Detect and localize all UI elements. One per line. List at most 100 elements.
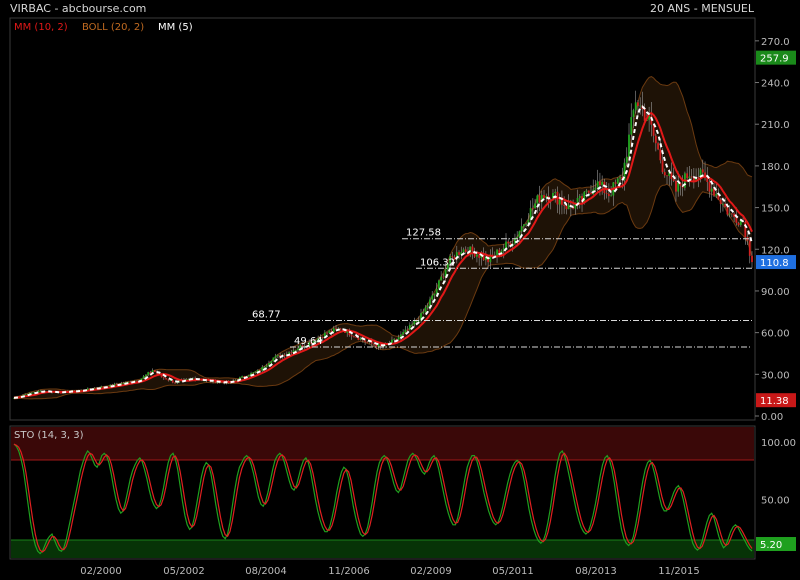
y-tick-label: 240.0 — [761, 79, 790, 90]
y-tick-label: 0.00 — [761, 412, 783, 423]
candle-body — [639, 105, 642, 107]
candle-body — [149, 372, 152, 374]
candle-body — [129, 381, 132, 383]
candle-body — [171, 380, 174, 383]
candle-body — [442, 276, 445, 278]
candle-body — [708, 182, 711, 192]
candle-body — [265, 365, 268, 367]
candle-body — [585, 190, 588, 192]
candle-body — [145, 374, 147, 377]
candle-body — [263, 366, 266, 368]
y-tick-label: 210.0 — [761, 120, 790, 131]
x-tick-label: 11/2015 — [658, 566, 700, 577]
candle-body — [496, 249, 498, 256]
candle-body — [657, 143, 659, 150]
candle-body — [335, 328, 337, 330]
candle-body — [675, 180, 677, 192]
candle-body — [715, 193, 718, 196]
x-tick-label: 11/2006 — [328, 566, 370, 577]
candle-body — [462, 249, 465, 253]
candle-body — [522, 224, 525, 227]
candle-body — [165, 378, 167, 380]
candle-body — [688, 176, 691, 179]
candle-body — [603, 181, 606, 194]
candle-body — [174, 382, 176, 384]
x-tick-label: 08/2013 — [575, 566, 617, 577]
candle-body — [332, 328, 335, 333]
candle-body — [122, 383, 125, 385]
high-badge: 257.9 — [760, 54, 789, 65]
candle-body — [726, 206, 729, 215]
candle-body — [543, 194, 545, 198]
candle-body — [677, 182, 680, 192]
candle-body — [411, 324, 413, 326]
candle-body — [520, 226, 523, 232]
candle-body — [415, 320, 418, 322]
candle-body — [661, 160, 664, 173]
candle-body — [578, 196, 581, 199]
candle-body — [162, 377, 165, 379]
y-tick-label: 150.0 — [761, 204, 790, 215]
candle-body — [730, 213, 733, 215]
candle-body — [507, 241, 510, 243]
oversold-zone — [11, 540, 754, 558]
candle-body — [619, 176, 621, 179]
candle-body — [408, 324, 411, 330]
candle-body — [701, 169, 704, 173]
legend-sto: STO (14, 3, 3) — [14, 430, 84, 441]
candle-body — [252, 372, 255, 374]
candle-body — [596, 181, 599, 188]
candle-body — [274, 355, 277, 358]
candle-body — [426, 305, 429, 308]
candle-body — [601, 181, 604, 186]
candle-body — [706, 178, 709, 183]
candle-body — [270, 361, 273, 364]
candle-body — [554, 191, 557, 193]
candle-body — [234, 379, 237, 381]
candle-body — [290, 352, 293, 354]
sto-k-badge: 5.20 — [760, 540, 782, 551]
candle-body — [697, 177, 700, 178]
candle-body — [464, 249, 467, 253]
candle-body — [505, 241, 507, 249]
level-label: 68.77 — [252, 309, 281, 320]
x-tick-label: 08/2004 — [245, 566, 287, 577]
candle-body — [625, 156, 628, 163]
x-tick-label: 02/2000 — [80, 566, 122, 577]
candle-body — [247, 375, 250, 377]
low-badge: 11.38 — [760, 396, 789, 407]
y-tick-label: 90.00 — [761, 287, 790, 298]
candle-body — [404, 329, 407, 333]
candle-body — [328, 330, 331, 333]
candle-body — [525, 224, 528, 225]
candle-body — [339, 328, 342, 330]
last-price-badge: 110.8 — [760, 258, 789, 269]
candle-body — [536, 195, 539, 204]
candle-body — [563, 204, 566, 206]
candle-body — [476, 254, 478, 257]
candle-body — [297, 348, 299, 350]
candle-body — [610, 195, 613, 197]
candle-body — [364, 340, 367, 342]
candle-body — [737, 222, 740, 226]
candle-body — [516, 236, 519, 239]
candle-body — [634, 102, 637, 111]
candle-body — [659, 149, 662, 161]
y-tick-label: 120.0 — [761, 245, 790, 256]
x-tick-label: 05/2011 — [492, 566, 534, 577]
candle-body — [630, 117, 633, 135]
chart-window: VIRBAC - abcbourse.com 20 ANS - MENSUEL … — [0, 0, 800, 580]
candle-body — [534, 203, 536, 209]
candle-body — [60, 392, 62, 394]
candle-body — [326, 332, 328, 334]
candle-body — [567, 204, 570, 210]
candle-body — [728, 213, 731, 215]
y-tick-label: 180.0 — [761, 162, 790, 173]
candle-body — [153, 370, 156, 372]
candle-body — [561, 199, 563, 205]
y-tick-label: 60.00 — [761, 329, 790, 340]
candle-body — [429, 299, 431, 306]
level-label: 127.58 — [406, 228, 441, 239]
candle-body — [632, 110, 635, 118]
candle-body — [350, 335, 353, 337]
